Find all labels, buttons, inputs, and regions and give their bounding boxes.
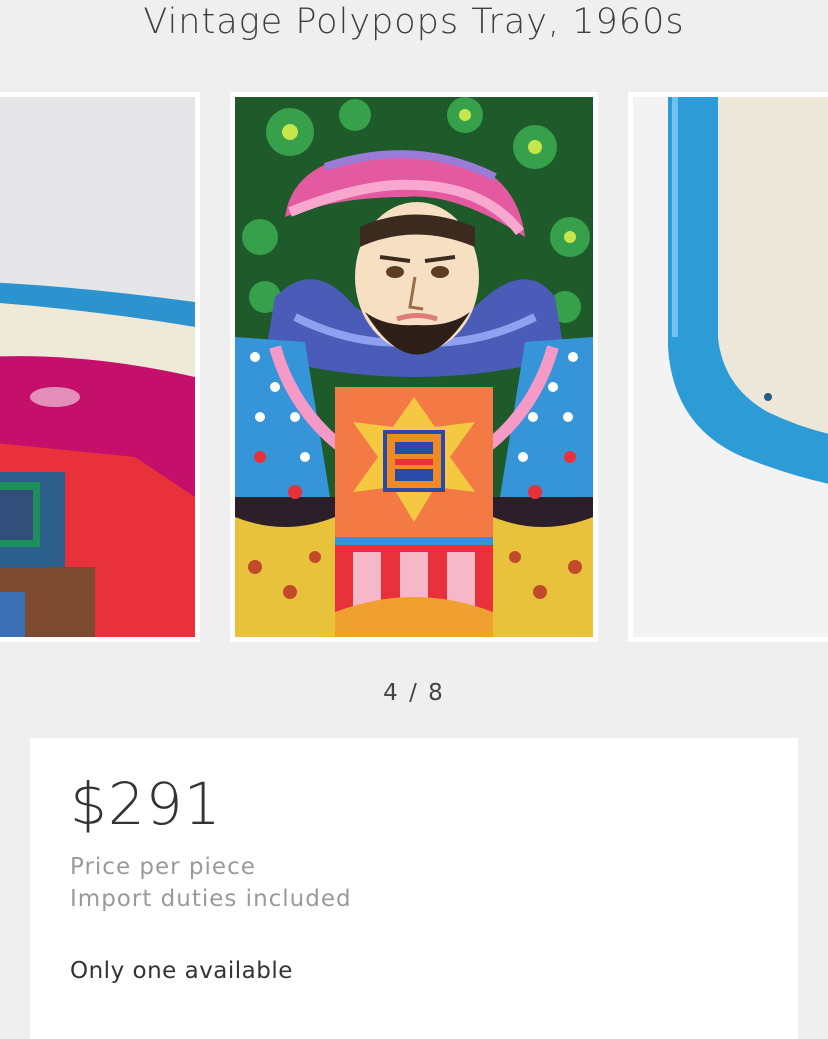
carousel-slide-next[interactable]: [628, 92, 828, 642]
price-per-piece-note: Price per piece: [70, 854, 256, 880]
tray-detail-image: [0, 97, 195, 637]
product-page: Vintage Polypops Tray, 1960s 4 / 8 $291 …: [0, 0, 828, 1039]
image-carousel[interactable]: [0, 92, 828, 642]
product-title: Vintage Polypops Tray, 1960s: [143, 2, 685, 42]
carousel-slide-current[interactable]: [230, 92, 598, 642]
import-duties-note: Import duties included: [70, 886, 352, 912]
carousel-slide-previous[interactable]: [0, 92, 200, 642]
carousel-counter: 4 / 8: [383, 680, 445, 706]
product-price: $291: [70, 770, 222, 838]
availability-text: Only one available: [70, 958, 293, 984]
king-portrait-image: [235, 97, 593, 637]
tray-rim-image: [633, 97, 828, 637]
